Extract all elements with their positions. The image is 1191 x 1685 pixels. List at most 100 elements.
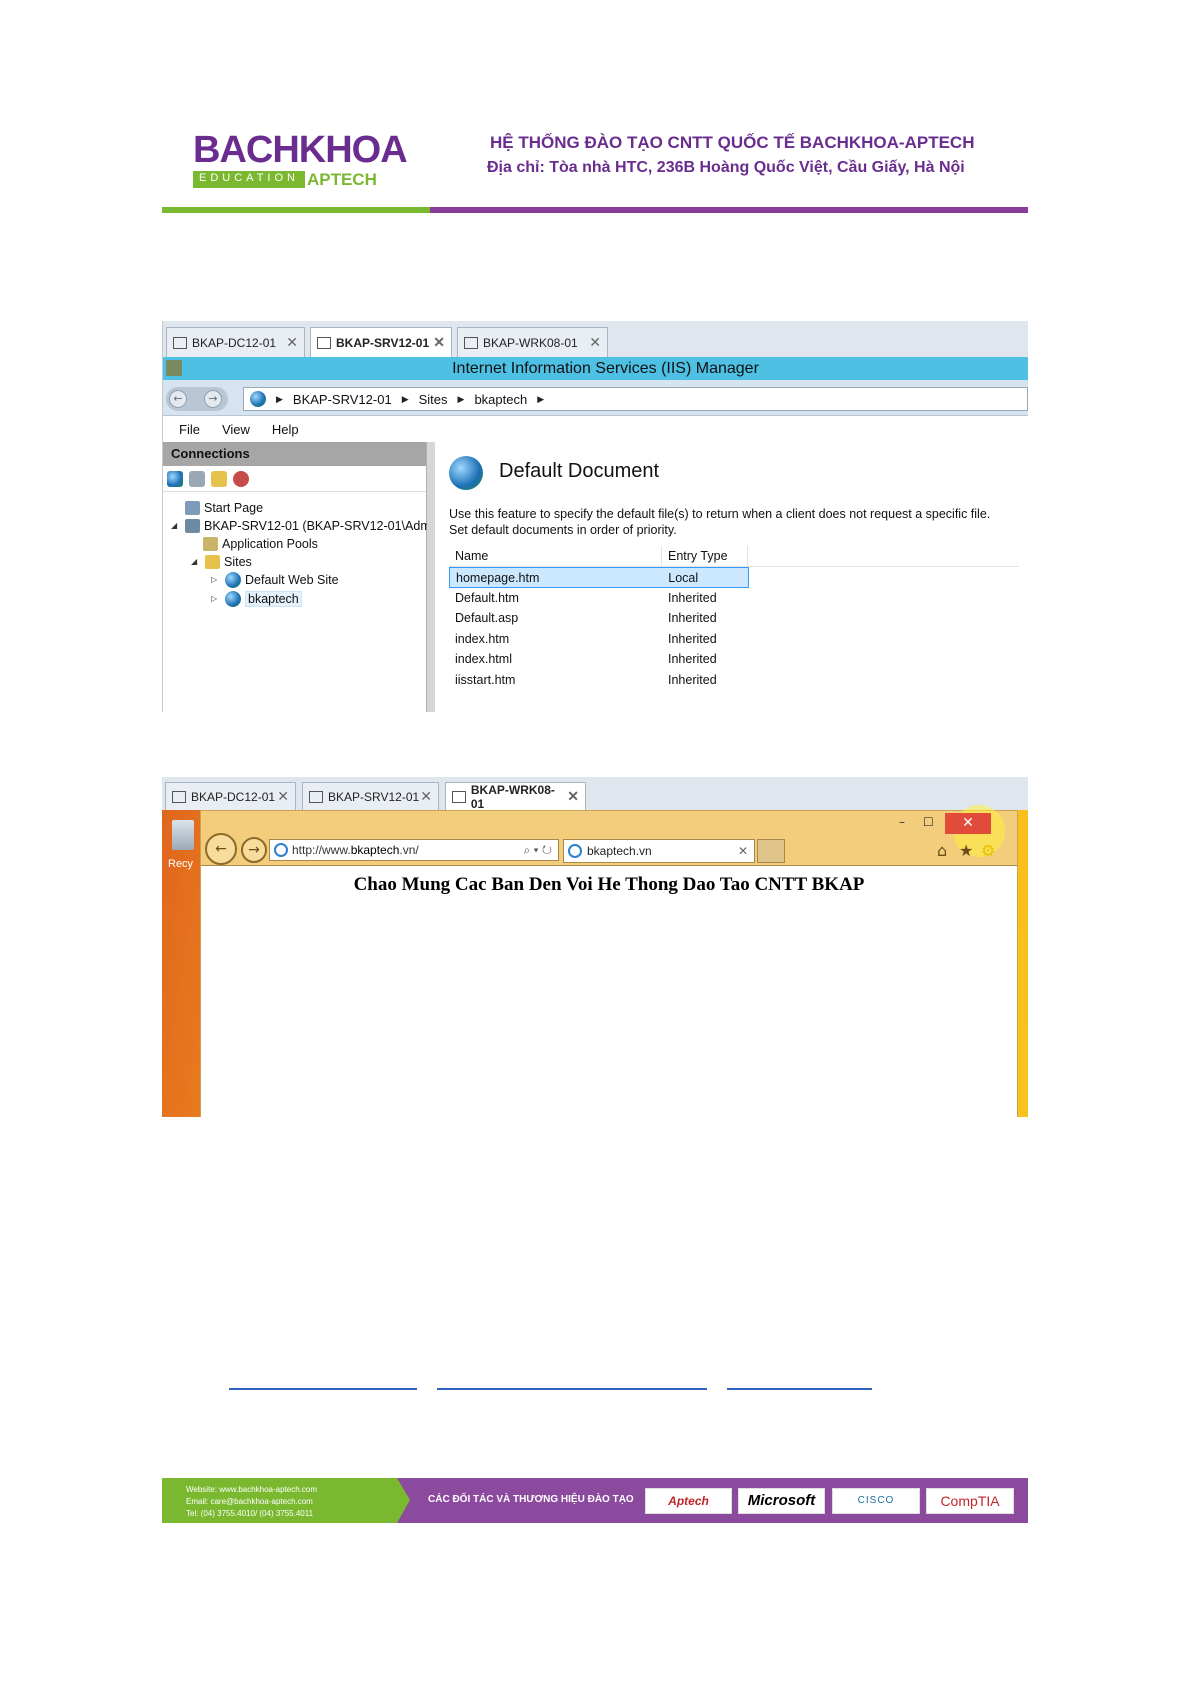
table-row[interactable]: homepage.htm Local [449, 567, 749, 588]
close-icon[interactable]: ✕ [738, 844, 748, 858]
header-divider [162, 207, 1028, 213]
breadcrumb-site[interactable]: bkaptech [474, 392, 527, 407]
windows-desktop: Recy – ☐ ✕ ← → http://www.bkaptech.vn/ ⌕… [162, 805, 1028, 1117]
recycle-bin-icon [172, 820, 194, 850]
expand-icon[interactable]: ▷ [211, 594, 221, 603]
back-arrow-icon[interactable]: ← [205, 833, 237, 865]
close-icon[interactable]: ✕ [589, 334, 601, 351]
save-icon[interactable] [189, 470, 205, 487]
breadcrumb-server[interactable]: BKAP-SRV12-01 [293, 392, 392, 407]
close-icon[interactable]: ✕ [277, 788, 289, 805]
breadcrumb-sites[interactable]: Sites [419, 392, 448, 407]
vm-tab-dc12[interactable]: BKAP-DC12-01 ✕ [165, 782, 296, 810]
collapse-icon[interactable]: ◢ [171, 521, 181, 530]
tree-app-pools[interactable]: Application Pools [203, 534, 318, 553]
folder-up-icon[interactable] [211, 470, 227, 487]
url-bar[interactable]: http://www.bkaptech.vn/ ⌕ ▾ ↻ [269, 839, 559, 861]
link-underline[interactable] [229, 1388, 417, 1390]
minimize-button[interactable]: – [899, 815, 905, 829]
recycle-bin-label: Recy [168, 858, 194, 870]
vm-icon [452, 790, 466, 803]
contact-panel: Website: www.bachkhoa-aptech.com Email: … [162, 1478, 410, 1523]
breadcrumb[interactable]: ▶ BKAP-SRV12-01 ▶ Sites ▶ bkaptech ▶ [243, 387, 1028, 411]
menu-file[interactable]: File [179, 422, 200, 437]
feature-description: Use this feature to specify the default … [449, 507, 991, 537]
gear-icon[interactable]: ⚙ [981, 841, 995, 860]
table-row[interactable]: iisstart.htm Inherited [449, 670, 1019, 691]
column-header-entry-type[interactable]: Entry Type [662, 546, 748, 566]
feature-pane: Default Document Use this feature to spe… [435, 442, 1028, 712]
header-title: HỆ THỐNG ĐÀO TẠO CNTT QUỐC TẾ BACHKHOA-A… [490, 133, 975, 152]
sites-folder-icon [205, 554, 220, 569]
default-documents-table: Name Entry Type homepage.htm Local Defau… [449, 546, 1019, 690]
partner-microsoft: Microsoft [738, 1488, 825, 1514]
close-icon[interactable]: ✕ [433, 334, 445, 351]
globe-icon [225, 590, 241, 607]
vm-tab-wrk08[interactable]: BKAP-WRK08-01 ✕ [445, 782, 586, 811]
vm-icon [309, 790, 323, 803]
disconnect-icon[interactable] [233, 470, 249, 487]
home-icon[interactable]: ⌂ [937, 841, 947, 860]
vm-tab-srv12[interactable]: BKAP-SRV12-01 ✕ [310, 327, 452, 357]
back-arrow-icon[interactable]: ← [169, 390, 187, 408]
table-row[interactable]: Default.asp Inherited [449, 608, 1019, 629]
url-text: http://www.bkaptech.vn/ [292, 843, 419, 857]
tree-default-web-site[interactable]: ▷ Default Web Site [211, 570, 339, 589]
vm-tab-wrk08[interactable]: BKAP-WRK08-01 ✕ [457, 327, 608, 357]
header-address: Địa chỉ: Tòa nhà HTC, 236B Hoàng Quốc Vi… [487, 159, 965, 176]
iis-app-icon [166, 360, 182, 376]
collapse-icon[interactable]: ◢ [191, 557, 201, 566]
footer-tel: Tel: (04) 3755.4010/ (04) 3755.4011 [186, 1509, 314, 1518]
partner-cisco: CISCO [832, 1488, 920, 1514]
browser-screenshot: BKAP-DC12-01 ✕ BKAP-SRV12-01 ✕ BKAP-WRK0… [162, 777, 1028, 1117]
recycle-bin[interactable]: Recy [168, 820, 198, 888]
expand-icon[interactable]: ▷ [211, 575, 221, 584]
table-row[interactable]: Default.htm Inherited [449, 588, 1019, 609]
vm-tab-srv12[interactable]: BKAP-SRV12-01 ✕ [302, 782, 439, 810]
default-document-icon [449, 456, 483, 490]
menu-help[interactable]: Help [272, 422, 299, 437]
maximize-button[interactable]: ☐ [923, 815, 934, 829]
forward-arrow-icon[interactable]: → [204, 390, 222, 408]
column-header-name[interactable]: Name [449, 546, 662, 566]
globe-icon [225, 571, 241, 588]
ie-chrome: – ☐ ✕ ← → http://www.bkaptech.vn/ ⌕ ▾ ↻ … [201, 805, 1017, 865]
menu-view[interactable]: View [222, 422, 250, 437]
connections-toolbar [163, 466, 426, 492]
table-row[interactable]: index.htm Inherited [449, 629, 1019, 650]
star-icon[interactable]: ★ [959, 841, 973, 860]
close-icon[interactable]: ✕ [567, 788, 579, 805]
vm-icon [173, 336, 187, 349]
forward-arrow-icon[interactable]: → [241, 837, 267, 863]
ie-logo-icon [274, 843, 288, 857]
browser-tab[interactable]: bkaptech.vn ✕ [563, 839, 755, 863]
footer-website: Website: www.bachkhoa-aptech.com [186, 1485, 318, 1494]
partners-label: CÁC ĐỐI TÁC VÀ THƯƠNG HIỆU ĐÀO TẠO [428, 1494, 634, 1505]
search-refresh-icons[interactable]: ⌕ ▾ ↻ [523, 843, 552, 858]
table-row[interactable]: index.html Inherited [449, 649, 1019, 670]
app-pools-icon [203, 536, 218, 551]
link-underline[interactable] [727, 1388, 872, 1390]
tree-server[interactable]: ◢ BKAP-SRV12-01 (BKAP-SRV12-01\Adm [171, 516, 431, 535]
link-underline[interactable] [437, 1388, 707, 1390]
pane-splitter[interactable] [427, 442, 435, 712]
tree-sites[interactable]: ◢ Sites [191, 552, 252, 571]
close-icon[interactable]: ✕ [420, 788, 432, 805]
new-tab-button[interactable] [757, 839, 785, 863]
window-title-bar: Internet Information Services (IIS) Mana… [163, 357, 1028, 380]
vm-icon [172, 790, 186, 803]
tree-start-page[interactable]: Start Page [185, 498, 263, 517]
vm-tab-bar: BKAP-DC12-01 ✕ BKAP-SRV12-01 ✕ BKAP-WRK0… [162, 777, 1028, 811]
tree-bkaptech[interactable]: ▷ bkaptech [211, 589, 302, 608]
vm-icon [317, 336, 331, 349]
close-button[interactable]: ✕ [945, 813, 991, 834]
feature-title: Default Document [499, 460, 660, 482]
chevron-right-icon: ▶ [457, 393, 465, 404]
connect-icon[interactable] [167, 470, 183, 487]
vm-tab-dc12[interactable]: BKAP-DC12-01 ✕ [166, 327, 305, 357]
chevron-right-icon: ▶ [537, 393, 545, 404]
bachkhoa-logo: BACHKHOA EDUCATION APTECH [193, 130, 413, 190]
close-icon[interactable]: ✕ [286, 334, 298, 351]
connections-header: Connections [163, 442, 426, 466]
chevron-right-icon: ▶ [401, 393, 409, 404]
